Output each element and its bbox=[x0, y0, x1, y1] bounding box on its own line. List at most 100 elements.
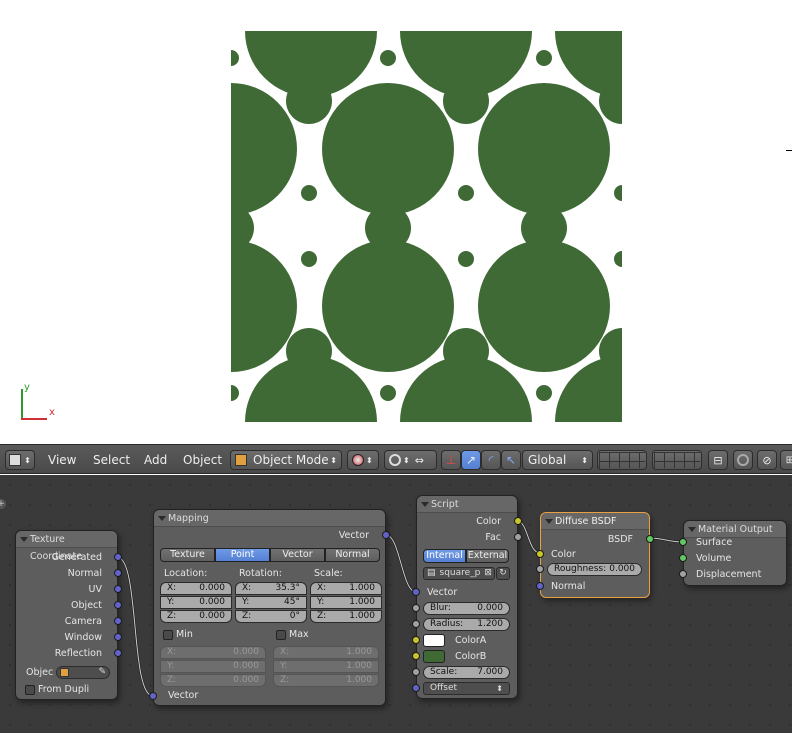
socket-window[interactable] bbox=[114, 633, 122, 641]
pattern-circle bbox=[443, 328, 489, 374]
script-name-field[interactable]: ▤ square_p ⊠ bbox=[423, 567, 495, 580]
pattern-circle bbox=[322, 83, 454, 215]
script-mode-external[interactable]: External bbox=[466, 549, 509, 563]
socket-radius[interactable] bbox=[412, 620, 420, 628]
max-axis-label: Y: bbox=[280, 661, 288, 671]
menu-select[interactable]: Select bbox=[93, 453, 130, 467]
tab-texture[interactable]: Texture bbox=[160, 548, 215, 562]
render-sphere-icon bbox=[737, 454, 749, 466]
mapping-node[interactable]: Mapping Vector Texture Point Vector Norm… bbox=[149, 509, 390, 706]
socket-reflection[interactable] bbox=[114, 649, 122, 657]
socket-surface[interactable] bbox=[679, 538, 687, 546]
pivot-icon bbox=[389, 454, 401, 466]
pattern-circle bbox=[231, 385, 239, 401]
updown-arrow-icon: ⬍ bbox=[24, 455, 31, 465]
updown-arrow-icon: ⬍ bbox=[330, 455, 337, 465]
socket-color-out[interactable] bbox=[514, 517, 522, 525]
socket-volume[interactable] bbox=[679, 554, 687, 562]
shading-button[interactable]: ⬍ bbox=[347, 450, 379, 470]
pattern-circle bbox=[286, 78, 332, 124]
max-value: 1.000 bbox=[346, 675, 372, 685]
scale-field[interactable]: Scale: 7.000 bbox=[423, 666, 510, 679]
location-field-x[interactable]: X: 0.000 bbox=[160, 582, 232, 595]
socket-displacement[interactable] bbox=[679, 570, 687, 578]
menu-view[interactable]: View bbox=[48, 453, 76, 467]
max-checkbox[interactable] bbox=[276, 630, 286, 640]
socket-roughness[interactable] bbox=[536, 565, 544, 573]
socket-scale[interactable] bbox=[412, 668, 420, 676]
colorB-swatch[interactable] bbox=[423, 650, 445, 663]
socket-colorB[interactable] bbox=[412, 652, 420, 660]
manipulator-toggle-icon: ⇔ bbox=[414, 453, 424, 467]
socket-uv[interactable] bbox=[114, 585, 122, 593]
radius-field[interactable]: Radius: 1.200 bbox=[423, 618, 510, 631]
blur-value: 0.000 bbox=[477, 603, 503, 613]
scale-field-z[interactable]: Z: 1.000 bbox=[310, 610, 382, 623]
socket-vector-in[interactable] bbox=[149, 692, 157, 700]
socket-normal-in[interactable] bbox=[536, 582, 544, 590]
socket-vector-in[interactable] bbox=[412, 588, 420, 596]
script-mode-internal[interactable]: Internal bbox=[423, 549, 466, 563]
material-output-node[interactable]: Material Output Surface Volume Displacem… bbox=[679, 520, 787, 586]
tab-vector[interactable]: Vector bbox=[270, 548, 325, 562]
scale-manipulator-button[interactable]: ↖ bbox=[501, 450, 521, 470]
axes-manipulator-icon: ⊥ bbox=[445, 453, 457, 467]
axis-x-label: x bbox=[49, 407, 55, 418]
location-field-y[interactable]: Y: 0.000 bbox=[160, 596, 232, 609]
menu-add[interactable]: Add bbox=[144, 453, 167, 467]
layer-buttons-2[interactable] bbox=[652, 450, 702, 470]
scale-field-x[interactable]: X: 1.000 bbox=[310, 582, 382, 595]
orientation-select[interactable]: Global ⬍ bbox=[522, 450, 593, 470]
object-field[interactable]: ✎ bbox=[56, 666, 110, 679]
snap-element-button[interactable]: ⊞ bbox=[780, 450, 792, 470]
tab-normal[interactable]: Normal bbox=[325, 548, 380, 562]
snap-button[interactable]: ⊘ bbox=[757, 450, 777, 470]
socket-bsdf-out[interactable] bbox=[646, 535, 654, 543]
diffuse-bsdf-node[interactable]: Diffuse BSDF BSDF Color Roughness: 0.000… bbox=[536, 512, 654, 598]
roughness-field[interactable]: Roughness: 0.000 bbox=[547, 563, 642, 576]
3d-viewport[interactable]: y x bbox=[0, 0, 792, 444]
eyedropper-icon: ✎ bbox=[98, 667, 106, 677]
location-field-z[interactable]: Z: 0.000 bbox=[160, 610, 232, 623]
close-icon[interactable]: ⊠ bbox=[484, 568, 492, 579]
pattern-circle bbox=[521, 205, 567, 251]
socket-colorA[interactable] bbox=[412, 636, 420, 644]
socket-blur[interactable] bbox=[412, 604, 420, 612]
rotation-field-x[interactable]: X: 35.3° bbox=[235, 582, 307, 595]
pattern-circle bbox=[458, 185, 474, 201]
node-editor[interactable]: + Texture Coordinate Generated Normal UV… bbox=[0, 475, 792, 733]
pivot-button[interactable]: ⬍ ⇔ bbox=[384, 450, 437, 470]
socket-camera[interactable] bbox=[114, 617, 122, 625]
render-preview-button[interactable] bbox=[733, 450, 753, 470]
socket-object[interactable] bbox=[114, 601, 122, 609]
from-dupli-checkbox[interactable] bbox=[25, 685, 35, 695]
scale-field-y[interactable]: Y: 1.000 bbox=[310, 596, 382, 609]
mode-select[interactable]: Object Mode ⬍ bbox=[230, 450, 342, 470]
rotation-field-y[interactable]: Y: 45° bbox=[235, 596, 307, 609]
socket-vector-out[interactable] bbox=[382, 531, 390, 539]
layer-grid-icon bbox=[654, 452, 700, 468]
socket-fac-out[interactable] bbox=[514, 533, 522, 541]
min-checkbox[interactable] bbox=[163, 630, 173, 640]
socket-color-in[interactable] bbox=[536, 550, 544, 558]
editor-type-button[interactable]: ⬍ bbox=[5, 450, 35, 470]
reload-icon: ↻ bbox=[499, 568, 507, 578]
location-axis-label: Y: bbox=[167, 597, 175, 607]
move-manipulator-button[interactable]: ↗ bbox=[461, 450, 481, 470]
offset-select[interactable]: Offset ⬍ bbox=[423, 682, 510, 695]
socket-normal[interactable] bbox=[114, 569, 122, 577]
texture-coordinate-node[interactable]: Texture Coordinate Generated Normal UV O… bbox=[15, 530, 122, 700]
tab-point[interactable]: Point bbox=[215, 548, 270, 562]
rotation-field-z[interactable]: Z: 0° bbox=[235, 610, 307, 623]
translate-manipulator-button[interactable]: ⊥ bbox=[441, 450, 461, 470]
rotate-manipulator-button[interactable]: ◜ bbox=[481, 450, 501, 470]
socket-offset[interactable] bbox=[412, 684, 420, 692]
socket-generated[interactable] bbox=[114, 553, 122, 561]
layer-buttons-1[interactable] bbox=[597, 450, 647, 470]
lock-layers-button[interactable]: ⊟ bbox=[708, 450, 728, 470]
colorA-swatch[interactable] bbox=[423, 634, 445, 647]
script-node[interactable]: Script Color Fac Internal External ▤ squ… bbox=[412, 495, 522, 699]
blur-field[interactable]: Blur: 0.000 bbox=[423, 602, 510, 615]
menu-object[interactable]: Object bbox=[183, 453, 222, 467]
script-reload-button[interactable]: ↻ bbox=[496, 567, 510, 580]
